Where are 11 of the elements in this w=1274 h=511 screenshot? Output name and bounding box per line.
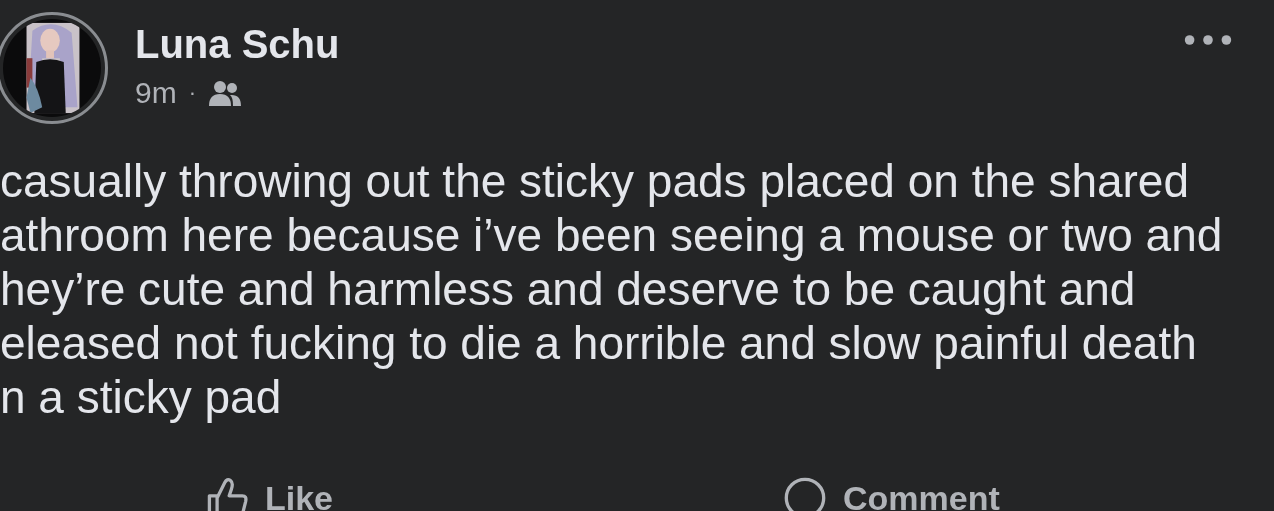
action-button[interactable]: Like (205, 476, 334, 511)
thumbs-up-icon (205, 476, 249, 511)
post-time[interactable]: 9m (135, 76, 177, 110)
speech-bubble-icon (783, 476, 828, 511)
post-text: casually throwing out the sticky pads placed on the shared athroom here because i’ve been seeing a mouse or two and hey’re cute and harmless and deserve to be caught and eleased not fucking to die a horrible and slow painful death n a sticky pad (0, 154, 1224, 424)
author-name[interactable]: Luna Schu (135, 22, 340, 66)
action-button[interactable]: Comment (783, 476, 1000, 511)
more-icon[interactable] (1184, 34, 1232, 46)
avatar[interactable] (0, 12, 108, 124)
separator-dot: · (188, 80, 196, 106)
people-icon[interactable] (208, 79, 242, 107)
